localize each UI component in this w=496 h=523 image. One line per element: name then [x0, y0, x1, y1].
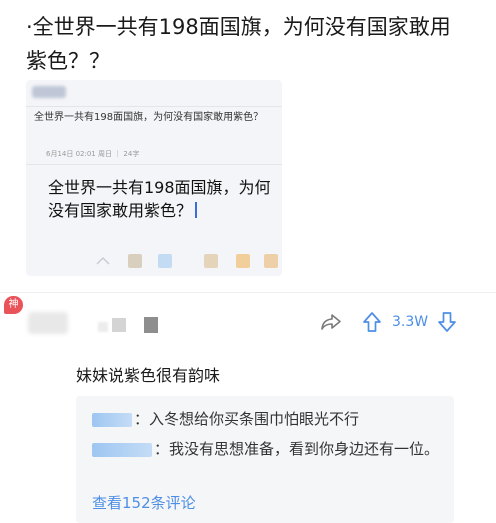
reply-item[interactable]: ：我没有思想准备，看到你身边还有一位。 — [92, 436, 442, 462]
reply-text: ：入冬想给你买条围巾怕眼光不行 — [134, 410, 360, 428]
upvote-icon — [363, 312, 381, 332]
divider — [26, 164, 282, 165]
comment-text: 妹妹说紫色很有韵味 — [76, 366, 221, 385]
screenshot-small-title: 全世界一共有198面国旗，为何没有国家敢用紫色？ — [34, 112, 264, 123]
view-more-comments-link[interactable]: 查看152条评论 — [92, 492, 196, 513]
section-divider — [0, 292, 496, 293]
reply-item[interactable]: ：入冬想给你买条围巾怕眼光不行 — [92, 406, 442, 432]
reply-username-blur — [92, 412, 132, 427]
god-comment-badge: 神 — [4, 296, 23, 314]
swatch-4 — [236, 254, 250, 268]
screenshot-big-text: 全世界一共有198面国旗，为何没有国家敢用紫色？ — [48, 176, 278, 222]
embedded-screenshot: 全世界一共有198面国旗，为何没有国家敢用紫色？ 6月14日 02:01 周日 … — [26, 80, 282, 276]
reply-box: ：入冬想给你买条围巾怕眼光不行 ：我没有思想准备，看到你身边还有一位。 查看15… — [76, 396, 454, 523]
post-title: ·全世界一共有198面国旗，为何没有国家敢用紫色？？ — [26, 15, 451, 73]
share-icon — [321, 314, 341, 330]
username-blur — [112, 318, 126, 332]
share-button[interactable] — [318, 310, 344, 334]
swatch-3 — [204, 254, 218, 268]
swatch-2 — [158, 254, 172, 268]
swatch-5 — [264, 254, 278, 268]
upvote-button[interactable] — [361, 310, 383, 334]
blurred-header — [32, 86, 66, 98]
downvote-button[interactable] — [436, 310, 458, 334]
text-cursor — [195, 202, 198, 218]
reply-text: ：我没有思想准备，看到你身边还有一位。 — [154, 440, 440, 458]
swatch-1 — [128, 254, 142, 268]
screenshot-meta: 6月14日 02:01 周日 ｜ 24字 — [46, 150, 140, 158]
username-blur — [98, 322, 108, 332]
username-blur — [144, 317, 158, 333]
divider — [26, 106, 282, 107]
vote-count: 3.3W — [392, 314, 429, 330]
keyboard-toggle-icon — [96, 257, 110, 265]
reply-username-blur — [92, 442, 152, 457]
avatar — [28, 312, 68, 334]
downvote-icon — [438, 312, 456, 332]
screenshot-big-text-content: 全世界一共有198面国旗，为何没有国家敢用紫色？ — [48, 178, 271, 220]
